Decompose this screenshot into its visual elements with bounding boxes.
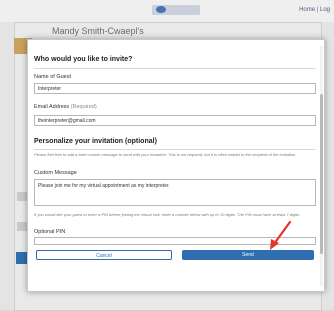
custom-message-label: Custom Message (34, 170, 77, 176)
custom-message-textarea[interactable]: Please join me for my virtual appointmen… (34, 179, 316, 206)
dialog-scrollbar[interactable] (320, 46, 323, 286)
logo (152, 5, 200, 15)
personalize-title: Personalize your invitation (optional) (34, 138, 157, 145)
pin-label: Optional PIN (34, 229, 66, 235)
top-bar: Home | Log (0, 0, 334, 22)
email-label-text: Email Address (34, 104, 70, 110)
dialog-title: Who would you like to invite? (34, 56, 133, 63)
divider (34, 149, 316, 150)
patient-name: Mandy Smith-Cwaepl's (52, 26, 144, 36)
guest-name-input[interactable]: Interpreter (34, 83, 316, 94)
pin-help-text: If you would like your guest to enter a … (34, 212, 301, 217)
guest-name-label: Name of Guest (34, 74, 71, 80)
email-required-text: (Required) (70, 104, 97, 110)
personalize-help-text: Please feel free to add a brief custom m… (34, 152, 297, 157)
logo-icon (156, 6, 166, 13)
invite-dialog: Who would you like to invite? Name of Gu… (27, 39, 325, 292)
divider (34, 68, 316, 69)
scrollbar-thumb[interactable] (320, 94, 323, 254)
header-links[interactable]: Home | Log (299, 7, 330, 13)
email-label: Email Address (Required) (34, 104, 97, 110)
pin-input[interactable] (34, 237, 316, 245)
send-button[interactable]: Send (182, 250, 314, 260)
cancel-button[interactable]: Cancel (36, 250, 172, 260)
email-input[interactable]: theinterpreter@gmail.com (34, 115, 316, 126)
